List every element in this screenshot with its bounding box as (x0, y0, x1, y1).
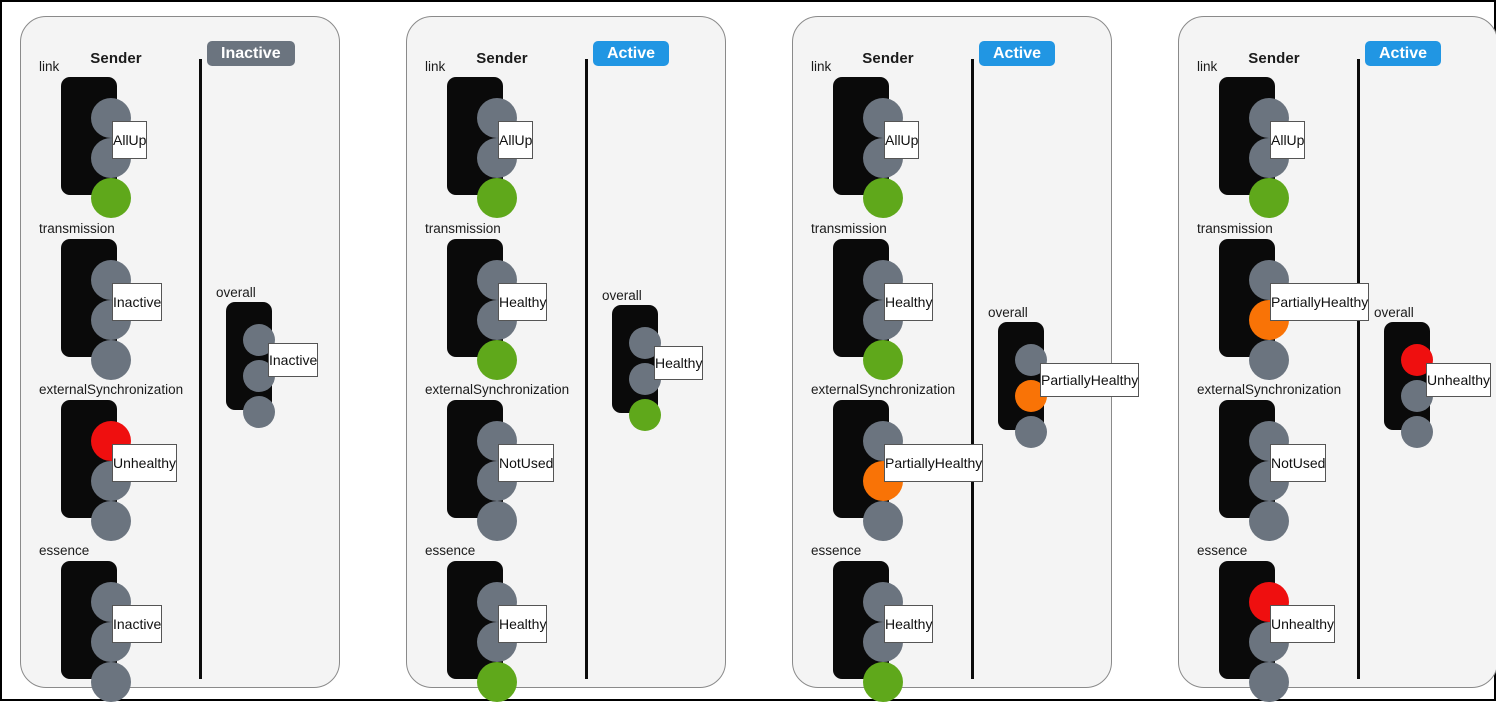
lamp-bottom (1249, 340, 1289, 380)
traffic-light-housing (998, 322, 1047, 448)
lamp-bottom (629, 399, 661, 431)
lamp-bottom (477, 662, 517, 702)
status-badge[interactable]: Active (1365, 41, 1442, 66)
indicator-value: NotUsed (1270, 444, 1327, 482)
indicator-label: overall (988, 305, 1028, 320)
lamp-bottom (1401, 416, 1433, 448)
indicator-value: Healthy (884, 605, 934, 643)
indicator-value: Inactive (112, 283, 163, 321)
lamp-bottom (863, 501, 903, 541)
traffic-light-housing (1219, 77, 1289, 218)
panel-divider (199, 59, 202, 679)
indicator-label: externalSynchronization (425, 382, 570, 397)
panel-divider (585, 59, 588, 679)
indicator-value: Inactive (112, 605, 163, 643)
traffic-light-housing (61, 77, 131, 218)
indicator-label: overall (216, 285, 256, 300)
lamp-bottom (1249, 178, 1289, 218)
panel-2: Sender Active link AllUp transmission Healthy… (406, 16, 726, 702)
traffic-light-housing (61, 239, 131, 380)
lights-dashboard: Sender Inactive link AllUp transmission Inact… (0, 0, 1496, 702)
indicator-value: Unhealthy (1426, 363, 1492, 397)
lamp-bottom (477, 501, 517, 541)
indicator-label: externalSynchronization (39, 382, 184, 397)
indicator-label: externalSynchronization (1197, 382, 1342, 397)
lamp-bottom (863, 178, 903, 218)
traffic-light-housing (1384, 322, 1433, 448)
traffic-light-housing (612, 305, 661, 431)
lamp-bottom (1249, 662, 1289, 702)
status-badge[interactable]: Inactive (207, 41, 295, 66)
lamp-bottom (91, 178, 131, 218)
lamp-bottom (91, 662, 131, 702)
traffic-light-housing (833, 239, 903, 380)
indicator-value: AllUp (884, 121, 920, 159)
lamp-bottom (477, 178, 517, 218)
indicator-label: link (1197, 59, 1218, 74)
traffic-light-housing (61, 561, 131, 702)
status-badge[interactable]: Active (593, 41, 670, 66)
panel-divider (971, 59, 974, 679)
indicator-value: Healthy (884, 283, 934, 321)
indicator-label: essence (811, 543, 862, 558)
traffic-light-housing (833, 400, 903, 541)
indicator-value: Healthy (498, 283, 548, 321)
lamp-bottom (1249, 501, 1289, 541)
lamp-bottom (863, 340, 903, 380)
traffic-light-housing (1219, 239, 1289, 380)
traffic-light-housing (833, 561, 903, 702)
indicator-value: Healthy (654, 346, 704, 380)
indicator-label: essence (1197, 543, 1248, 558)
traffic-light-housing (447, 77, 517, 218)
traffic-light-housing (833, 77, 903, 218)
indicator-value: PartiallyHealthy (1270, 283, 1370, 321)
indicator-label: overall (1374, 305, 1414, 320)
indicator-label: link (811, 59, 832, 74)
indicator-value: Inactive (268, 343, 319, 377)
indicator-label: link (39, 59, 60, 74)
indicator-value: NotUsed (498, 444, 555, 482)
indicator-value: Unhealthy (112, 444, 178, 482)
indicator-label: link (425, 59, 446, 74)
traffic-light-housing (447, 561, 517, 702)
panel-4: Sender Active link AllUp transmission Partial… (1178, 16, 1496, 702)
panel-divider (1357, 59, 1360, 679)
indicator-value: PartiallyHealthy (884, 444, 984, 482)
lamp-bottom (91, 340, 131, 380)
indicator-value: Unhealthy (1270, 605, 1336, 643)
indicator-value: Healthy (498, 605, 548, 643)
indicator-label: externalSynchronization (811, 382, 956, 397)
lamp-bottom (477, 340, 517, 380)
lamp-bottom (243, 396, 275, 428)
indicator-value: AllUp (1270, 121, 1306, 159)
indicator-value: AllUp (112, 121, 148, 159)
traffic-light-housing (226, 302, 275, 428)
panel-1: Sender Inactive link AllUp transmission Inact… (20, 16, 340, 702)
traffic-light-housing (447, 400, 517, 541)
traffic-light-housing (61, 400, 131, 541)
lamp-bottom (863, 662, 903, 702)
indicator-label: essence (39, 543, 90, 558)
indicator-label: overall (602, 288, 642, 303)
indicator-label: transmission (1197, 221, 1273, 236)
lamp-bottom (1015, 416, 1047, 448)
traffic-light-housing (1219, 400, 1289, 541)
indicator-label: transmission (425, 221, 501, 236)
status-badge[interactable]: Active (979, 41, 1056, 66)
indicator-value: PartiallyHealthy (1040, 363, 1140, 397)
traffic-light-housing (1219, 561, 1289, 702)
indicator-label: transmission (39, 221, 115, 236)
panel-3: Sender Active link AllUp transmission Healthy… (792, 16, 1140, 702)
indicator-label: transmission (811, 221, 887, 236)
lamp-bottom (91, 501, 131, 541)
indicator-value: AllUp (498, 121, 534, 159)
traffic-light-housing (447, 239, 517, 380)
indicator-label: essence (425, 543, 476, 558)
